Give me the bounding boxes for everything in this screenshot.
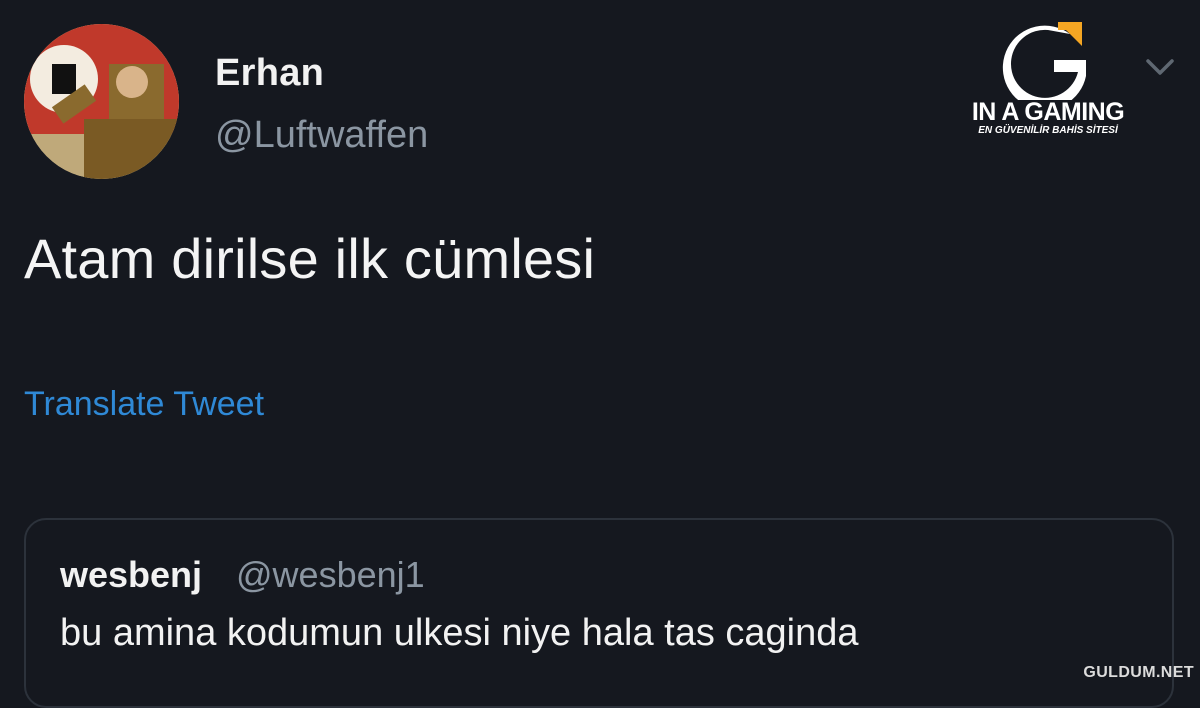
user-handle[interactable]: @Luftwaffen — [215, 114, 428, 157]
quoted-tweet[interactable]: wesbenj @wesbenj1 bu amina kodumun ulkes… — [24, 518, 1174, 708]
site-watermark: GULDUM.NET — [1083, 664, 1194, 681]
tweet-card: Erhan @Luftwaffen Atam dirilse ilk cümle… — [0, 0, 1200, 708]
translate-tweet-link[interactable]: Translate Tweet — [24, 385, 264, 424]
quoted-tweet-text: bu amina kodumun ulkesi niye hala tas ca… — [60, 612, 859, 654]
display-name[interactable]: Erhan — [215, 52, 324, 95]
quoted-user-handle: @wesbenj1 — [236, 554, 425, 595]
chevron-down-icon[interactable] — [1142, 52, 1178, 82]
brand-tagline: EN GÜVENİLİR BAHİS SİTESİ — [978, 125, 1118, 136]
brand-title: IN A GAMING — [971, 98, 1125, 126]
avatar[interactable] — [24, 24, 179, 179]
avatar-image — [24, 24, 179, 179]
tweet-text: Atam dirilse ilk cümlesi — [24, 227, 596, 290]
quoted-display-name: wesbenj — [60, 554, 203, 595]
